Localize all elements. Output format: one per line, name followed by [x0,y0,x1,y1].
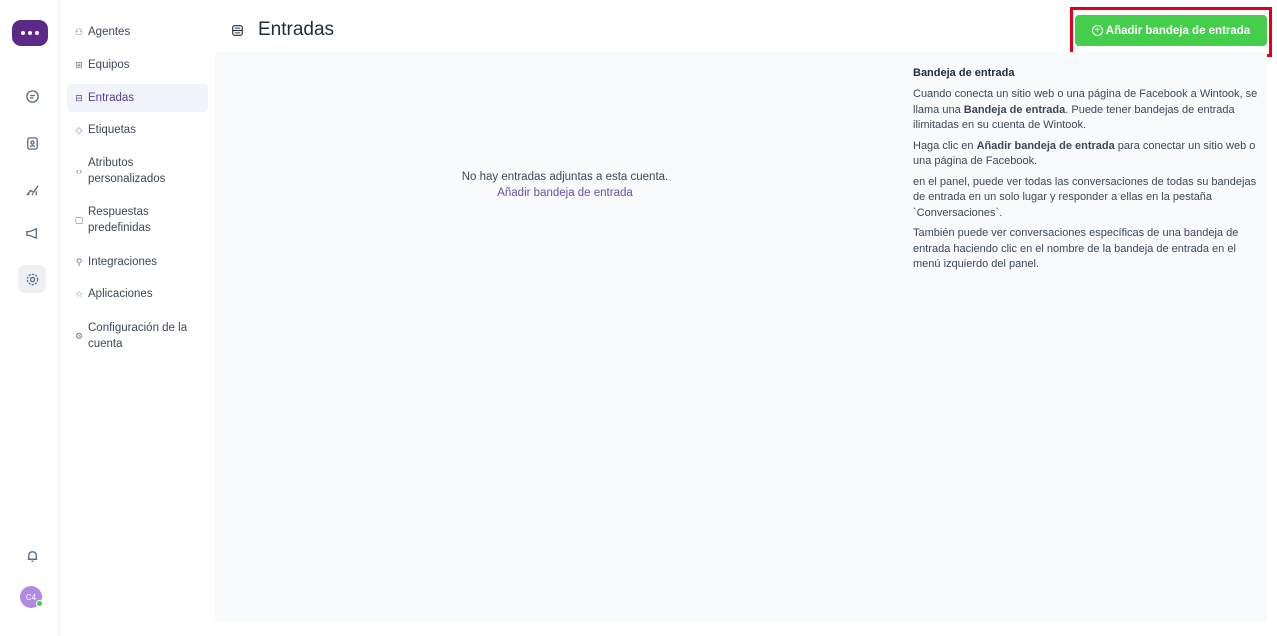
reports-icon[interactable] [20,177,44,201]
tag-icon: ◇ [75,124,83,135]
plus-circle-icon: + [1091,25,1103,36]
help-title: Bandeja de entrada [913,67,1015,79]
sidebar-item-agentes[interactable]: ⚇ Agentes [67,24,208,40]
sidebar-item-label: Agentes [88,26,131,38]
inbox-icon [232,25,243,36]
sidebar-item-label: Aplicaciones [88,288,153,300]
plug-icon: ⚲ [75,256,83,267]
sidebar-item-label: Entradas [88,92,135,104]
inbox-icon: ⊟ [75,92,83,103]
campaigns-icon[interactable] [20,221,44,245]
sidebar-item-integraciones[interactable]: ⚲ Integraciones [67,254,208,270]
help-panel: Bandeja de entrada Cuando conecta un sit… [913,67,1259,278]
primary-rail: C4 [0,0,60,636]
add-inbox-button-label: Añadir bandeja de entrada [1105,24,1251,37]
app-logo[interactable] [12,20,48,46]
sidebar-item-label: Configuración de la cuenta [88,322,188,350]
settings-sidebar: ⚇ Agentes ⊞ Equipos ⊟ Entradas ◇ Etiquet… [60,0,215,636]
page-header: Entradas + Añadir bandeja de entrada [215,0,1277,57]
sidebar-item-label: Respuestas predefinidas [88,206,151,234]
avatar-initials: C4 [25,592,37,602]
sidebar-item-etiquetas[interactable]: ◇ Etiquetas [67,122,208,138]
help-paragraph: en el panel, puede ver todas las convers… [913,175,1257,219]
user-avatar[interactable]: C4 [20,586,43,608]
conversations-icon[interactable] [20,84,44,108]
add-inbox-link[interactable]: Añadir bandeja de entrada [215,185,915,201]
sidebar-item-label: Etiquetas [88,124,136,136]
empty-state: No hay entradas adjuntas a esta cuenta. … [215,169,915,201]
online-status-dot [36,600,43,607]
teams-icon: ⊞ [75,59,83,70]
help-paragraph: Cuando conecta un sitio web o una página… [913,88,1258,131]
sidebar-item-atributos[interactable]: ‹› Atributos personalizados [67,155,208,187]
agents-icon: ⚇ [74,26,84,37]
apps-icon: ☆ [74,288,84,299]
sidebar-item-aplicaciones[interactable]: ☆ Aplicaciones [67,286,208,302]
sidebar-item-label: Atributos personalizados [88,157,166,185]
sidebar-item-entradas[interactable]: ⊟ Entradas [67,84,208,112]
settings-icon: ⚙ [74,330,84,341]
sidebar-item-label: Integraciones [88,256,158,268]
code-icon: ‹› [76,166,82,176]
empty-state-message: No hay entradas adjuntas a esta cuenta. [461,171,669,183]
sidebar-item-label: Equipos [88,59,130,71]
settings-icon[interactable] [18,265,46,293]
help-paragraph: También puede ver conversaciones específ… [913,227,1239,270]
contacts-icon[interactable] [20,131,44,155]
page-title: Entradas [258,19,335,40]
sidebar-item-respuestas[interactable]: ▢ Respuestas predefinidas [67,204,208,236]
sidebar-item-equipos[interactable]: ⊞ Equipos [67,57,208,73]
notifications-icon[interactable] [20,544,44,568]
chat-icon: ▢ [74,214,84,225]
main-content: No hay entradas adjuntas a esta cuenta. … [215,52,1267,622]
add-inbox-button[interactable]: + Añadir bandeja de entrada [1075,15,1267,46]
sidebar-item-configuracion[interactable]: ⚙ Configuración de la cuenta [67,320,208,352]
help-paragraph: Haga clic en Añadir bandeja de entrada p… [913,139,1256,168]
